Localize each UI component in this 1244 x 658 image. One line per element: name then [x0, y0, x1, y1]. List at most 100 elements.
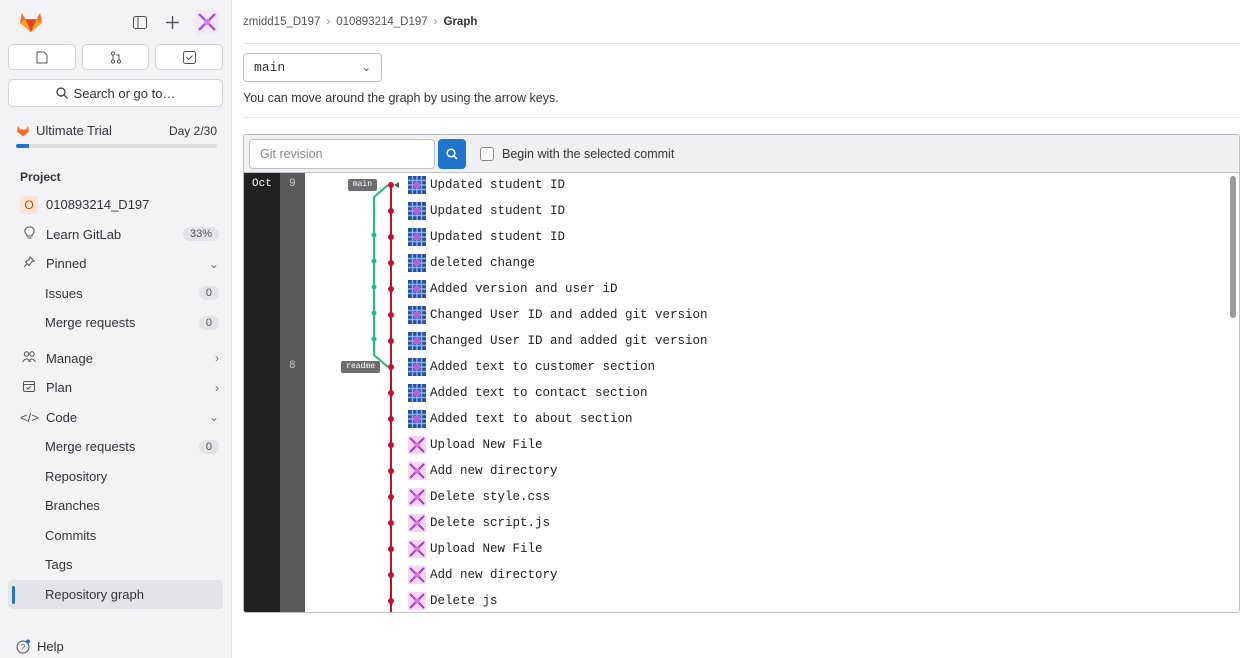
sidebar-item-tags[interactable]: Tags	[0, 550, 231, 580]
commit-message: deleted change	[430, 256, 536, 270]
commit-row[interactable]: Added text to customer section	[408, 355, 655, 379]
commit-row[interactable]: deleted change	[408, 251, 535, 275]
breadcrumb-namespace[interactable]: zmidd15_D197	[243, 16, 320, 28]
trial-status[interactable]: Ultimate Trial Day 2/30	[16, 123, 217, 148]
commit-author-avatar	[408, 306, 426, 324]
svg-text:?: ?	[21, 643, 26, 652]
commit-row[interactable]: Updated student ID	[408, 199, 565, 223]
sidebar-item-code[interactable]: </> Code ⌄	[0, 403, 231, 433]
commit-row[interactable]: Added version and user iD	[408, 277, 618, 301]
tags-label: Tags	[45, 557, 73, 573]
sidebar-item-merge-requests-pinned[interactable]: Merge requests 0	[0, 308, 231, 338]
commit-message: Changed User ID and added git version	[430, 334, 708, 348]
commit-author-avatar	[408, 540, 426, 558]
code-merge-requests-label: Merge requests	[45, 439, 136, 455]
sidebar-item-repository[interactable]: Repository	[0, 462, 231, 492]
sidebar-item-repository-graph[interactable]: Repository graph	[8, 579, 223, 609]
branch-ref-tag[interactable]: readme	[341, 361, 380, 373]
commit-message: Added version and user iD	[430, 282, 618, 296]
trial-day: Day 2/30	[168, 123, 217, 138]
merge-request-icon	[110, 50, 121, 64]
git-revision-input[interactable]: Git revision	[249, 138, 435, 169]
create-new-icon[interactable]	[163, 13, 181, 31]
sidebar-toggle-icon[interactable]	[131, 13, 149, 31]
sidebar-item-project[interactable]: O 010893214_D197	[0, 190, 231, 220]
commit-dot	[388, 260, 394, 266]
revision-search-button[interactable]	[438, 138, 466, 169]
merge-requests-quick-button[interactable]	[81, 44, 150, 70]
commit-dot	[388, 598, 394, 604]
commit-author-avatar	[408, 254, 426, 272]
todos-quick-button[interactable]	[155, 44, 224, 70]
trial-progress-fill	[16, 144, 30, 148]
project-name: 010893214_D197	[46, 197, 150, 213]
commit-row[interactable]: Upload New File	[408, 433, 543, 457]
commit-row[interactable]: Added text to about section	[408, 407, 633, 431]
commit-dot	[388, 286, 394, 292]
commit-row[interactable]: Add new directory	[408, 459, 558, 483]
commit-dot	[388, 364, 394, 370]
commit-row[interactable]: Add new directory	[408, 563, 558, 587]
sidebar-item-manage[interactable]: Manage ›	[0, 344, 231, 374]
user-avatar[interactable]	[195, 10, 219, 34]
search-button[interactable]: Search or go to…	[8, 79, 223, 107]
commit-row[interactable]: Delete js	[408, 589, 498, 612]
begin-with-selected-commit-checkbox[interactable]	[480, 146, 494, 161]
branch-ref-tag[interactable]: main	[347, 179, 377, 191]
commit-message: Updated student ID	[430, 178, 566, 192]
commit-dot	[388, 312, 394, 318]
project-avatar: O	[20, 195, 38, 214]
network-graph: Git revision Begin with the selected com…	[243, 134, 1240, 613]
commit-dot	[388, 182, 394, 188]
issues-quick-button[interactable]	[8, 44, 76, 70]
commit-message: Updated student ID	[430, 230, 566, 244]
commit-row[interactable]: Updated student ID	[408, 173, 565, 197]
begin-with-selected-commit[interactable]: Begin with the selected commit	[480, 146, 674, 161]
sidebar-item-pinned[interactable]: Pinned ⌄	[0, 249, 231, 279]
commit-message: Added text to contact section	[430, 386, 648, 400]
ref-selector-value: main	[254, 60, 286, 75]
gitlab-logo-icon[interactable]	[18, 11, 44, 33]
commit-author-avatar	[408, 332, 426, 350]
calendar-icon	[20, 380, 38, 395]
pinned-label: Pinned	[46, 256, 87, 272]
sidebar-item-learn-gitlab[interactable]: Learn GitLab 33%	[0, 220, 231, 250]
commit-row[interactable]: Upload New File	[408, 537, 543, 561]
commit-dot	[388, 390, 394, 396]
commit-message: Delete style.css	[430, 490, 551, 504]
branch-commit-dot	[371, 284, 377, 290]
thumbtack-icon	[20, 256, 38, 271]
sidebar-item-plan[interactable]: Plan ›	[0, 373, 231, 403]
sidebar-item-commits[interactable]: Commits	[0, 521, 231, 551]
main-content: zmidd15_D197 › 010893214_D197 › Graph ma…	[243, 0, 1240, 613]
commit-dot	[388, 572, 394, 578]
ref-selector[interactable]: main ⌄	[243, 53, 382, 82]
commit-dot	[388, 338, 394, 344]
commit-row[interactable]: Changed User ID and added git version	[408, 329, 708, 353]
commit-row[interactable]: Changed User ID and added git version	[408, 303, 708, 327]
chevron-down-icon: ⌄	[208, 256, 219, 271]
commit-author-avatar	[408, 592, 426, 610]
chevron-right-icon: ›	[215, 380, 219, 395]
commit-message: Delete script.js	[430, 516, 551, 530]
code-icon: </>	[20, 409, 39, 425]
commit-row[interactable]: Delete style.css	[408, 485, 550, 509]
head-pointer-icon	[394, 182, 399, 188]
sidebar-item-branches[interactable]: Branches	[0, 491, 231, 521]
sidebar-item-issues[interactable]: Issues 0	[0, 279, 231, 309]
commit-row[interactable]: Added text to contact section	[408, 381, 648, 405]
issues-label: Issues	[45, 285, 83, 301]
commit-row[interactable]: Updated student ID	[408, 225, 565, 249]
day-column	[280, 173, 305, 612]
commit-row[interactable]: Delete script.js	[408, 511, 550, 535]
help-button[interactable]: ? Help	[16, 639, 64, 654]
issues-count-badge: 0	[198, 286, 219, 301]
breadcrumb-project[interactable]: 010893214_D197	[336, 16, 427, 28]
sidebar-item-merge-requests[interactable]: Merge requests 0	[0, 432, 231, 462]
commit-dot	[388, 494, 394, 500]
graph-scrollbar[interactable]	[1230, 176, 1236, 318]
breadcrumb-current[interactable]: Graph	[444, 16, 478, 28]
graph-canvas[interactable]: Oct 9 8 main readme Updated student ID Updated…	[244, 173, 1239, 612]
users-icon	[20, 351, 38, 366]
todo-icon	[182, 50, 196, 64]
